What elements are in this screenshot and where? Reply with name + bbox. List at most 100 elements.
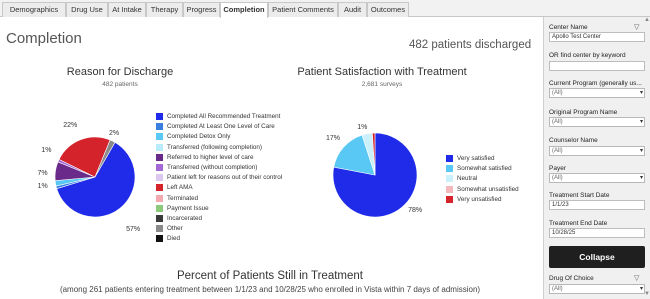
pie-data-label: 1% <box>357 123 368 131</box>
legend-swatch <box>446 185 453 193</box>
legend-swatch <box>156 184 163 192</box>
center-name-field[interactable]: Apollo Test Center <box>549 32 645 42</box>
legend-label: Died <box>167 235 180 243</box>
chevron-down-icon: ▾ <box>639 175 643 181</box>
tab-drug-use[interactable]: Drug Use <box>66 2 108 17</box>
payer-value: (All) <box>552 175 563 181</box>
satisfaction-pie <box>332 132 418 218</box>
filter-funnel-icon[interactable]: ▽ <box>634 23 639 31</box>
payer-label: Payer <box>549 165 566 172</box>
legend-label: Payment Issue <box>167 204 209 212</box>
pie-data-label: 17% <box>325 134 340 142</box>
current-program-dropdown[interactable]: (All) ▾ <box>549 88 645 98</box>
discharge-pie <box>54 136 136 218</box>
legend-swatch <box>446 165 453 173</box>
pie-data-label: 1% <box>41 146 52 154</box>
dashboard: Demographics Drug Use At Intake Therapy … <box>0 0 650 299</box>
start-date-input[interactable]: 1/1/23 <box>549 200 645 210</box>
legend-label: Referred to higher level of care <box>167 153 254 161</box>
drug-of-choice-label: Drug Of Choice <box>549 275 594 282</box>
legend-label: Completed Detox Only <box>167 133 231 141</box>
legend-label: Somewhat satisfied <box>457 165 512 173</box>
pie-data-label: 22% <box>63 122 78 130</box>
legend-item[interactable]: Other <box>156 225 326 235</box>
patients-discharged: 482 patients discharged <box>409 39 532 51</box>
satisfaction-chart-subtitle: 2,681 surveys <box>361 81 403 88</box>
chevron-down-icon: ▾ <box>639 286 643 292</box>
legend-item[interactable]: Completed At Least One Level of Care <box>156 123 326 133</box>
collapse-button[interactable]: Collapse <box>549 246 645 268</box>
legend-item[interactable]: Left AMA <box>156 184 326 194</box>
legend-swatch <box>156 113 163 120</box>
legend-label: Left AMA <box>167 184 193 192</box>
tab-outcomes[interactable]: Outcomes <box>367 2 409 17</box>
legend-item[interactable]: Payment Issue <box>156 204 326 215</box>
legend-swatch <box>156 143 163 151</box>
still-in-treatment-subtitle: (among 261 patients entering treatment b… <box>59 285 481 294</box>
page-title: Completion <box>6 30 82 47</box>
end-date-input[interactable]: 10/28/25 <box>549 228 645 238</box>
legend-item[interactable]: Completed Detox Only <box>156 133 326 143</box>
legend-label: Neutral <box>457 175 478 183</box>
current-program-label: Current Program (generally us... <box>549 80 642 87</box>
tab-patient-comments[interactable]: Patient Comments <box>268 2 338 17</box>
end-date-label: Treatment End Date <box>549 220 608 227</box>
counselor-dropdown[interactable]: (All) ▾ <box>549 146 645 156</box>
legend-swatch <box>156 133 163 141</box>
legend-label: Transferred (without completion) <box>167 164 258 171</box>
tab-progress[interactable]: Progress <box>183 2 220 17</box>
original-program-dropdown[interactable]: (All) ▾ <box>549 117 645 127</box>
pie-data-label: 78% <box>408 207 423 215</box>
legend-label: Terminated <box>167 194 199 202</box>
tab-audit[interactable]: Audit <box>338 2 367 17</box>
still-in-treatment-title: Percent of Patients Still in Treatment <box>176 270 363 282</box>
legend-item[interactable]: Incarcerated <box>156 215 326 225</box>
start-date-value: 1/1/23 <box>552 202 569 208</box>
tab-bar: Demographics Drug Use At Intake Therapy … <box>0 0 650 18</box>
find-center-input[interactable] <box>549 61 645 71</box>
legend-swatch <box>156 225 163 233</box>
pie-data-label: 57% <box>126 226 141 234</box>
legend-label: Incarcerated <box>167 215 203 222</box>
chevron-down-icon: ▾ <box>639 119 643 125</box>
tab-therapy[interactable]: Therapy <box>146 2 183 17</box>
satisfaction-chart-title: Patient Satisfaction with Treatment <box>297 66 467 78</box>
pie-data-label: 1% <box>37 182 48 190</box>
legend-item[interactable]: Completed All Recommended Treatment <box>156 113 326 123</box>
legend-label: Other <box>167 225 183 233</box>
tab-demographics[interactable]: Demographics <box>2 2 66 17</box>
payer-dropdown[interactable]: (All) ▾ <box>549 173 645 183</box>
end-date-value: 10/28/25 <box>552 230 576 236</box>
scroll-down-icon[interactable]: ▼ <box>644 291 650 297</box>
drug-of-choice-value: (All) <box>552 286 563 292</box>
drug-of-choice-dropdown[interactable]: (All) ▾ <box>549 284 645 294</box>
legend-item[interactable]: Referred to higher level of care <box>156 153 326 164</box>
legend-item[interactable]: Transferred (without completion) <box>156 164 326 174</box>
legend-swatch <box>446 155 453 162</box>
filter-funnel-icon[interactable]: ▽ <box>634 274 639 282</box>
tab-at-intake[interactable]: At Intake <box>108 2 146 17</box>
chevron-down-icon: ▾ <box>639 148 643 154</box>
legend-label: Patient left for reasons out of their co… <box>167 174 283 182</box>
original-program-value: (All) <box>552 119 563 125</box>
legend-item[interactable]: Terminated <box>156 194 326 205</box>
legend-label: Transferred (following completion) <box>167 143 262 151</box>
legend-swatch <box>156 174 163 182</box>
legend-item[interactable]: Patient left for reasons out of their co… <box>156 174 326 184</box>
counselor-label: Counselor Name <box>549 137 598 144</box>
legend-item[interactable]: Died <box>156 235 326 245</box>
legend-swatch <box>156 235 163 243</box>
center-name-value: Apollo Test Center <box>552 34 601 40</box>
legend-label: Very unsatisfied <box>457 195 502 203</box>
scroll-up-icon[interactable]: ▲ <box>644 17 650 23</box>
discharge-chart-title: Reason for Discharge <box>66 66 174 78</box>
legend-swatch <box>156 204 163 212</box>
counselor-value: (All) <box>552 148 563 154</box>
legend-swatch <box>156 123 163 131</box>
tab-completion[interactable]: Completion <box>220 2 268 18</box>
find-center-label: OR find center by keyword <box>549 52 626 59</box>
legend-swatch <box>446 175 453 183</box>
legend-label: Somewhat unsatisfied <box>457 185 519 193</box>
legend-item[interactable]: Transferred (following completion) <box>156 143 326 154</box>
chevron-down-icon: ▾ <box>639 90 643 96</box>
